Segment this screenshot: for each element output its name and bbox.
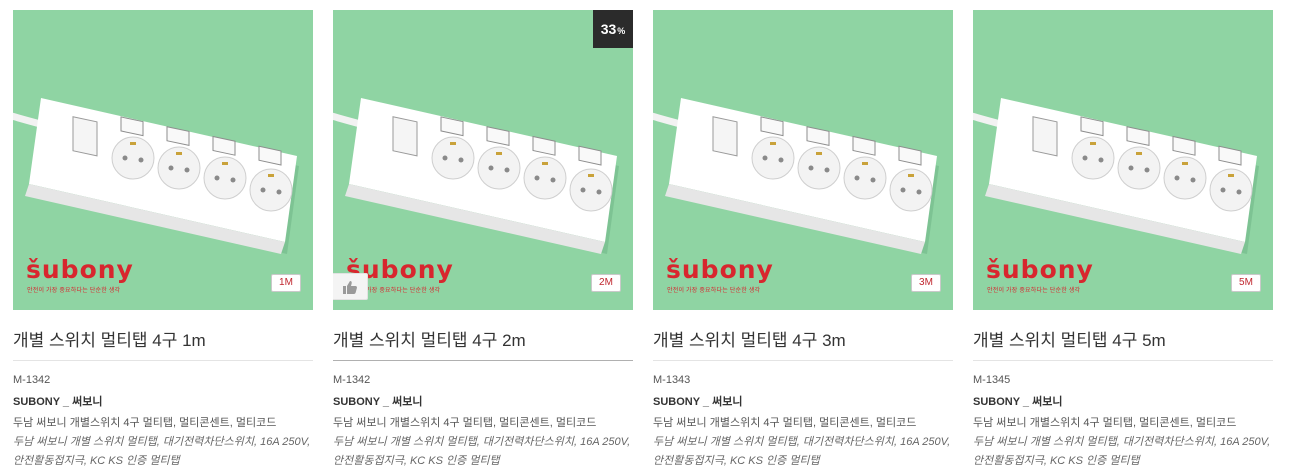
product-tags: 두남 써보니 개별스위치 4구 멀티탭, 멀티콘센트, 멀티코드 — [653, 417, 917, 429]
product-maker: SUBONY _ 써보니 — [653, 396, 743, 408]
sale-unit: % — [617, 26, 626, 36]
product-code: M-1342 — [13, 374, 51, 386]
thumbs-up-icon — [343, 281, 357, 294]
length-badge: 2M — [591, 274, 621, 292]
divider — [333, 360, 633, 361]
product-code: M-1345 — [973, 374, 1011, 386]
length-badge: 3M — [911, 274, 941, 292]
product-grid: šubony 안전이 가장 중요하다는 단순한 생각 1M 개별 스위치 멀티탭… — [13, 10, 1273, 471]
product-code: M-1343 — [653, 374, 691, 386]
brand-tagline: 안전이 가장 중요하다는 단순한 생각 — [27, 288, 121, 294]
product-title[interactable]: 개별 스위치 멀티탭 4구 2m — [333, 326, 633, 351]
product-maker: SUBONY _ 써보니 — [973, 396, 1063, 408]
brand-logo: šubony — [666, 255, 774, 284]
brand-tagline: 안전이 가장 중요하다는 단순한 생각 — [987, 288, 1081, 294]
product-tags: 두남 써보니 개별스위치 4구 멀티탭, 멀티콘센트, 멀티코드 — [333, 417, 597, 429]
product-title[interactable]: 개별 스위치 멀티탭 4구 3m — [653, 326, 953, 351]
like-button[interactable] — [333, 273, 368, 300]
product-thumbnail[interactable]: šubony 안전이 가장 중요하다는 단순한 생각 5M — [973, 10, 1273, 310]
product-thumbnail[interactable]: šubony 안전이 가장 중요하다는 단순한 생각 3M — [653, 10, 953, 310]
divider — [13, 360, 313, 361]
brand-logo: šubony — [26, 255, 134, 284]
product-tags: 두남 써보니 개별스위치 4구 멀티탭, 멀티콘센트, 멀티코드 — [13, 417, 277, 429]
product-description: 두남 써보니 개별 스위치 멀티탭, 대기전력차단스위치, 16A 250V, … — [13, 436, 311, 467]
length-badge: 1M — [271, 274, 301, 292]
divider — [973, 360, 1273, 361]
product-description: 두남 써보니 개별 스위치 멀티탭, 대기전력차단스위치, 16A 250V, … — [973, 436, 1271, 467]
product-card[interactable]: šubony 안전이 가장 중요하다는 단순한 생각 1M 개별 스위치 멀티탭… — [13, 10, 313, 471]
length-badge: 5M — [1231, 274, 1261, 292]
product-description: 두남 써보니 개별 스위치 멀티탭, 대기전력차단스위치, 16A 250V, … — [333, 436, 631, 467]
product-title[interactable]: 개별 스위치 멀티탭 4구 1m — [13, 326, 313, 351]
product-tags: 두남 써보니 개별스위치 4구 멀티탭, 멀티콘센트, 멀티코드 — [973, 417, 1237, 429]
divider — [653, 360, 953, 361]
product-code: M-1342 — [333, 374, 371, 386]
sale-percent: 33 — [600, 21, 617, 37]
product-maker: SUBONY _ 써보니 — [13, 396, 103, 408]
product-thumbnail[interactable]: šubony 안전이 가장 중요하다는 단순한 생각 1M — [13, 10, 313, 310]
sale-badge: 33% — [593, 10, 633, 48]
product-card[interactable]: šubony 안전이 가장 중요하다는 단순한 생각 3M 개별 스위치 멀티탭… — [653, 10, 953, 471]
product-thumbnail[interactable]: šubony 안전이 가장 중요하다는 단순한 생각 2M 33% — [333, 10, 633, 310]
product-description: 두남 써보니 개별 스위치 멀티탭, 대기전력차단스위치, 16A 250V, … — [653, 436, 951, 467]
brand-logo: šubony — [986, 255, 1094, 284]
product-card[interactable]: šubony 안전이 가장 중요하다는 단순한 생각 2M 33% 개별 스위치… — [333, 10, 633, 471]
product-maker: SUBONY _ 써보니 — [333, 396, 423, 408]
product-title[interactable]: 개별 스위치 멀티탭 4구 5m — [973, 326, 1273, 351]
brand-tagline: 안전이 가장 중요하다는 단순한 생각 — [667, 288, 761, 294]
product-card[interactable]: šubony 안전이 가장 중요하다는 단순한 생각 5M 개별 스위치 멀티탭… — [973, 10, 1273, 471]
